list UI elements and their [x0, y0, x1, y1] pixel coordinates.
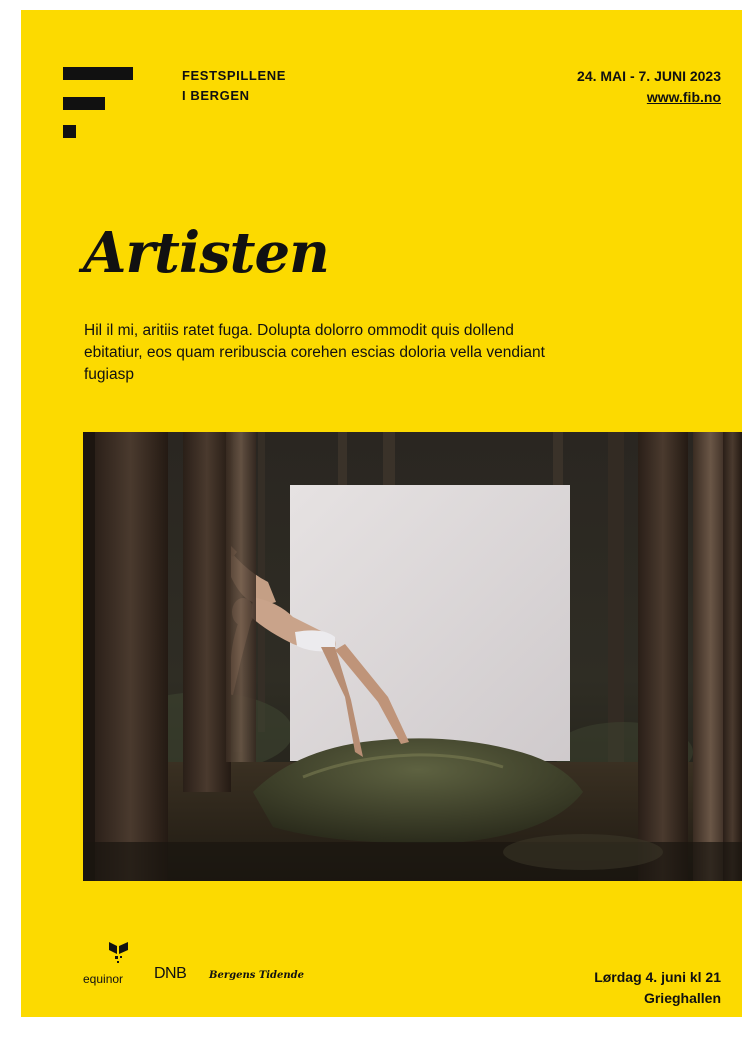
festival-info: 24. MAI - 7. JUNI 2023 www.fib.no — [577, 66, 721, 108]
festival-dates: 24. MAI - 7. JUNI 2023 — [577, 68, 721, 84]
organization-name-line2: I BERGEN — [182, 88, 250, 103]
festival-url-link[interactable]: www.fib.no — [577, 87, 721, 108]
dnb-logo: DNB — [154, 965, 187, 982]
bergens-tidende-logo: Bergens Tidende — [209, 970, 305, 981]
organization-name-line1: FESTSPILLENE — [182, 68, 286, 83]
performance-description: Hil il mi, aritiis ratet fuga. Dolupta d… — [84, 322, 545, 383]
equinor-leaf-icon — [109, 942, 128, 963]
event-date-time: Lørdag 4. juni kl 21 — [594, 969, 721, 985]
event-details: Lørdag 4. juni kl 21 Grieghallen — [594, 967, 721, 1009]
organization-name: FESTSPILLENE I BERGEN — [182, 66, 286, 106]
equinor-label: equinor — [83, 972, 124, 986]
poster: FESTSPILLENE I BERGEN 24. MAI - 7. JUNI … — [21, 10, 742, 1017]
performance-title: Artisten — [83, 220, 330, 286]
sponsor-logos: equinor DNB Bergens Tidende — [83, 940, 363, 990]
event-venue: Grieghallen — [643, 990, 721, 1006]
performance-photo — [83, 432, 742, 881]
